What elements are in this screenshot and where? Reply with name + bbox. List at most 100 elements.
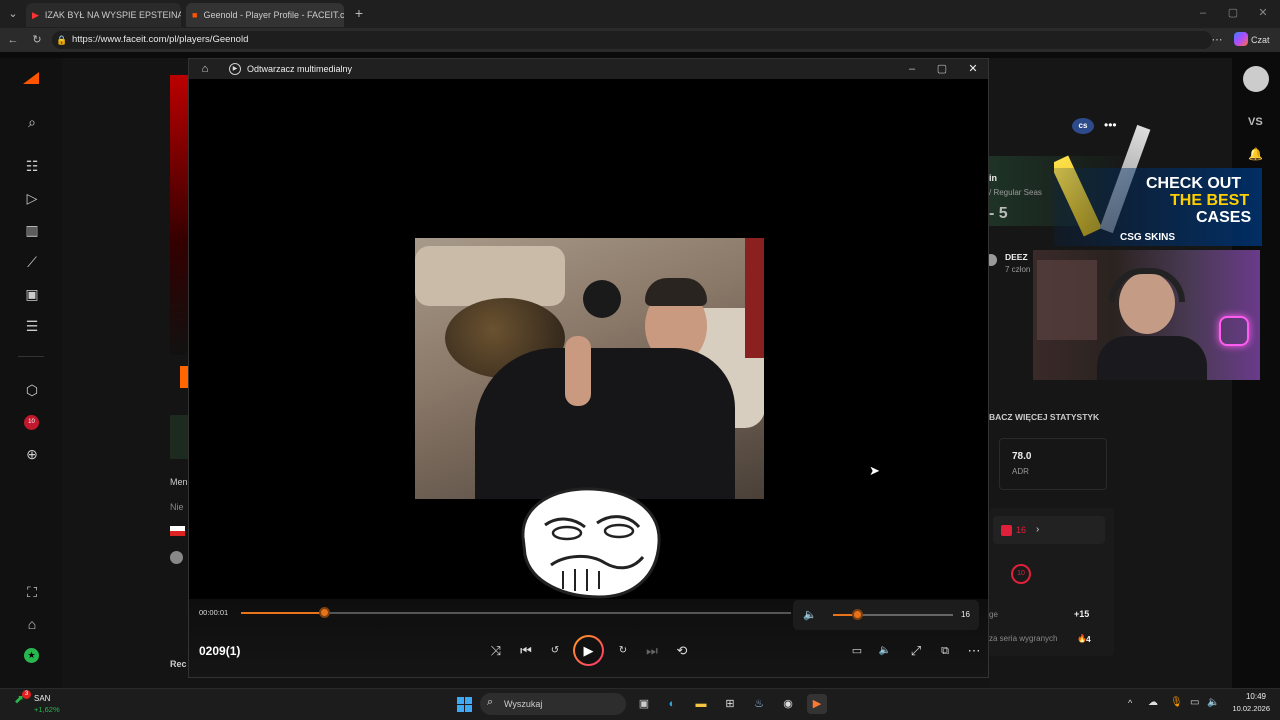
- steam-icon[interactable]: ♨: [749, 694, 769, 714]
- clock-date[interactable]: 10.02.2026: [1222, 704, 1270, 713]
- more-options-icon[interactable]: ⋯: [965, 643, 983, 659]
- close-icon[interactable]: ✕: [966, 61, 980, 77]
- rewind-10-icon[interactable]: ↺: [546, 643, 564, 659]
- refresh-icon[interactable]: ↻: [30, 32, 44, 48]
- adr-card: [999, 438, 1107, 490]
- minimize-icon[interactable]: –: [905, 61, 919, 77]
- edge-icon[interactable]: ◐: [662, 694, 682, 714]
- ad-line3: CASES: [1196, 209, 1252, 226]
- premium-star-icon[interactable]: ★: [24, 648, 39, 663]
- faceit-icon: ■: [192, 10, 198, 20]
- fullscreen-icon[interactable]: ⛶: [18, 580, 46, 604]
- season-text: / Regular Seas: [989, 188, 1042, 197]
- stats-icon[interactable]: ⟋: [18, 250, 46, 274]
- media-player-taskbar-icon[interactable]: ▶: [807, 694, 827, 714]
- mouse-cursor-icon: ➤: [869, 463, 880, 478]
- player-controls: 00:00:01 🔈 16 0209(1) ⤨ ⏮ ↺ ▶ ↻ ⏭ ⟲ ▭ 🔈 …: [189, 599, 988, 677]
- task-view-icon[interactable]: ▣: [634, 694, 654, 714]
- play-icon[interactable]: ▷: [18, 186, 46, 210]
- streamer-body: [1097, 336, 1207, 380]
- list-icon[interactable]: ☰: [18, 314, 46, 338]
- ad-line2: THE BEST: [1170, 192, 1250, 209]
- chevron-right-icon[interactable]: ›: [1036, 524, 1039, 535]
- shop-icon[interactable]: ⌂: [18, 612, 46, 636]
- volume-thumb[interactable]: [852, 609, 863, 620]
- seek-thumb[interactable]: [318, 607, 330, 618]
- fullscreen-icon[interactable]: ⤢: [907, 643, 925, 659]
- elapsed-time: 00:00:01: [199, 608, 229, 617]
- file-explorer-icon[interactable]: ▬: [691, 694, 711, 714]
- shelf-graphic: [1037, 260, 1097, 340]
- media-player-app-icon: ▶: [229, 63, 241, 75]
- leaderboard-icon[interactable]: ▥: [18, 218, 46, 242]
- previous-icon[interactable]: ⏮: [517, 643, 535, 659]
- orange-button[interactable]: [180, 366, 188, 388]
- level-circle: 10: [1011, 564, 1031, 584]
- copilot-icon[interactable]: [1234, 32, 1248, 46]
- ad-banner[interactable]: cs ••• CHECK OUT THE BEST CASES CSG SKIN…: [1054, 112, 1262, 246]
- trollface-overlay: [521, 487, 661, 599]
- tab-list-icon[interactable]: ⌄: [6, 6, 20, 22]
- video-icon[interactable]: ▣: [18, 282, 46, 306]
- repeat-off-icon[interactable]: ⟲: [673, 643, 691, 659]
- more-menu-icon[interactable]: ⋯: [1210, 32, 1224, 48]
- user-avatar[interactable]: [1243, 66, 1269, 92]
- subtitles-icon[interactable]: ▭: [848, 643, 866, 659]
- maximize-icon[interactable]: ▢: [1226, 5, 1240, 21]
- man-hand: [565, 336, 591, 406]
- clock-time[interactable]: 10:49: [1226, 692, 1266, 701]
- steam-icon[interactable]: [170, 551, 183, 564]
- mini-player-icon[interactable]: ⧉: [936, 643, 954, 659]
- neon-sign: [1219, 316, 1249, 346]
- stock-label[interactable]: SAN: [34, 694, 50, 703]
- store-icon[interactable]: ⊞: [720, 694, 740, 714]
- weather-badge: 3: [22, 690, 31, 699]
- elo-plus: +15: [1074, 609, 1090, 619]
- player-title: Odtwarzacz multimedialny: [247, 64, 353, 74]
- tab-youtube[interactable]: ▶ IZAK BYŁ NA WYSPIE EPSTEINA?! 🇵 ✕: [26, 3, 181, 27]
- close-window-icon[interactable]: ✕: [1256, 5, 1270, 21]
- tray-chevron-icon[interactable]: ^: [1128, 698, 1132, 708]
- taskbar-search[interactable]: ⌕ Wyszukaj: [480, 693, 626, 715]
- back-icon[interactable]: ←: [6, 32, 20, 48]
- add-icon[interactable]: ⊕: [18, 442, 46, 466]
- minimize-icon[interactable]: –: [1196, 5, 1210, 21]
- next-icon[interactable]: ⏭: [643, 643, 661, 659]
- lock-icon: 🔒: [56, 35, 68, 45]
- home-icon[interactable]: ⌂: [198, 61, 212, 77]
- windows-start-icon[interactable]: [454, 694, 474, 714]
- left-rec-text: Rec: [170, 659, 187, 669]
- club-icon[interactable]: ⬡: [18, 378, 46, 402]
- faceit-logo-icon[interactable]: [23, 72, 39, 84]
- url-field[interactable]: https://www.faceit.com/pl/players/Geenol…: [52, 31, 1212, 49]
- network-icon[interactable]: ▭: [1190, 697, 1199, 708]
- shuffle-icon[interactable]: ⤨: [487, 643, 505, 659]
- profile-banner: [170, 75, 188, 355]
- forward-30-icon[interactable]: ↻: [614, 643, 632, 659]
- speaker-tray-icon[interactable]: 🔈: [1207, 697, 1219, 708]
- microphone-icon[interactable]: 🎙: [1170, 697, 1183, 708]
- browser-tab-bar: ⌄ ▶ IZAK BYŁ NA WYSPIE EPSTEINA?! 🇵 ✕ ■ …: [0, 0, 1280, 28]
- stock-change: +1,62%: [34, 705, 60, 714]
- left-nie-text: Nie: [170, 502, 184, 512]
- obs-icon[interactable]: ◉: [778, 694, 798, 714]
- level-badge-icon[interactable]: 10: [24, 415, 39, 430]
- speaker-icon[interactable]: 🔈: [803, 607, 817, 623]
- more-stats-link[interactable]: BACZ WIĘCEJ STATYSTYK: [989, 412, 1099, 422]
- volume-icon[interactable]: 🔈: [876, 643, 894, 659]
- webcam-overlay: [1033, 250, 1260, 380]
- onedrive-icon[interactable]: ☁: [1148, 697, 1158, 708]
- windows-logo: [454, 694, 474, 715]
- volume-popup: 🔈 16: [793, 600, 979, 630]
- video-frame[interactable]: [415, 238, 764, 499]
- search-icon[interactable]: ⌕: [18, 110, 46, 134]
- adr-label: ADR: [1012, 467, 1029, 476]
- find-players-icon[interactable]: ☷: [18, 154, 46, 178]
- new-tab-icon[interactable]: +: [352, 5, 366, 21]
- maximize-icon[interactable]: ▢: [935, 61, 949, 77]
- play-button[interactable]: ▶: [573, 635, 604, 666]
- chat-label[interactable]: Czat: [1251, 35, 1270, 45]
- ad-more-icon[interactable]: •••: [1104, 118, 1117, 132]
- man-hoodie: [475, 348, 735, 499]
- tab-faceit[interactable]: ■ Geenold - Player Profile - FACEIT.c ✕: [186, 3, 344, 27]
